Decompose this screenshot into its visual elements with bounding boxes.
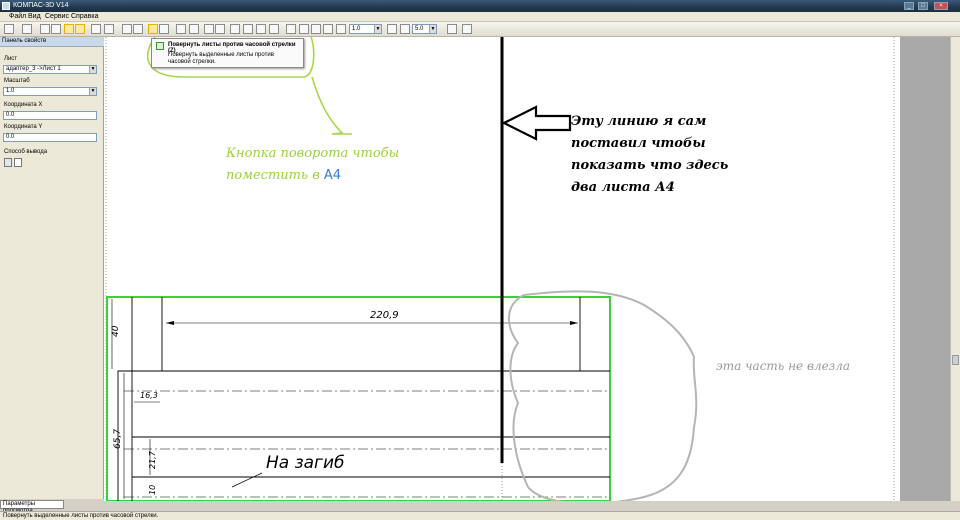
tile-icon[interactable]: [215, 24, 225, 34]
green-annotation-line-2: поместить в А4: [226, 165, 426, 187]
green-annotation-text: поместить в: [226, 168, 320, 183]
layout-icon[interactable]: [204, 24, 214, 34]
scale-select[interactable]: 1.0 ▼: [3, 87, 97, 96]
chevron-down-icon: ▼: [429, 25, 436, 33]
print-preview-icon[interactable]: [22, 24, 32, 34]
grid-icon[interactable]: [189, 24, 199, 34]
gray-annotation: эта часть не влезла: [716, 359, 851, 373]
arrange-icon[interactable]: [40, 24, 50, 34]
bend-leader: [231, 472, 263, 488]
select-sheet-icon[interactable]: [64, 24, 74, 34]
chevron-down-icon: ▼: [374, 25, 381, 33]
dim-text-top: 220,9: [370, 310, 399, 321]
sheet-value: адаптер_3 ->Лист 1: [6, 66, 61, 72]
x-field[interactable]: 0.0: [3, 111, 97, 120]
find-icon[interactable]: [122, 24, 132, 34]
tooltip: Повернуть листы против часовой стрелки (…: [151, 38, 304, 68]
dim-text-left-mid: 65,7: [113, 429, 123, 449]
chevron-down-icon: ▼: [89, 66, 96, 73]
zoom-value: 1.0: [352, 26, 361, 32]
black-annotation-line-4: два листа А4: [571, 180, 675, 195]
scale-value: 1.0: [6, 88, 15, 94]
step-value: 5.0: [415, 26, 424, 32]
black-annotation-line-2: поставил чтобы: [571, 136, 706, 151]
zoom-scale-icon[interactable]: [336, 24, 346, 34]
pan-icon[interactable]: [387, 24, 397, 34]
black-annotation-line-1: Эту линию я сам: [571, 114, 707, 129]
scale-label: Масштаб: [4, 78, 30, 84]
window-title: КОМПАС-3D V14: [13, 2, 69, 9]
close-button[interactable]: ×: [934, 2, 948, 10]
output-label: Способ вывода: [4, 149, 48, 155]
zoom-in-icon[interactable]: [299, 24, 309, 34]
menu-bar: Файл Вид Сервис Справка: [0, 12, 960, 22]
dim-text-bottom: 10: [148, 485, 157, 495]
refresh-icon[interactable]: [133, 24, 143, 34]
status-bar: Повернуть выделенные листы против часово…: [0, 511, 960, 520]
user-arrow: [501, 105, 572, 141]
zoom-all-icon[interactable]: [323, 24, 333, 34]
x-value: 0.0: [6, 112, 15, 118]
green-annotation: Кнопка поворота чтобы поместить в А4: [226, 143, 426, 187]
menu-help[interactable]: Справка: [71, 13, 98, 20]
fit-icon[interactable]: [230, 24, 240, 34]
sheet-params-icon[interactable]: [176, 24, 186, 34]
y-label: Координата Y: [4, 124, 43, 130]
toolbar: 1.0 ▼ 5.0 ▼: [0, 22, 960, 37]
zoom-combo[interactable]: 1.0 ▼: [349, 24, 382, 34]
y-field[interactable]: 0.0: [3, 133, 97, 142]
align-icon[interactable]: [243, 24, 253, 34]
chevron-down-icon: ▼: [89, 88, 96, 95]
green-tail: [311, 76, 353, 135]
sheet-select[interactable]: адаптер_3 ->Лист 1 ▼: [3, 65, 97, 74]
dim-arrow-right: [570, 321, 578, 325]
drawing-svg: 220,9 40 16,3 65,7 21,7 10 На загиб: [105, 37, 895, 501]
stretch-icon[interactable]: [269, 24, 279, 34]
zoom-window-icon[interactable]: [286, 24, 296, 34]
move-sheet-icon[interactable]: [75, 24, 85, 34]
maximize-button[interactable]: □: [918, 2, 928, 10]
x-label: Координата X: [4, 102, 43, 108]
title-bar: КОМПАС-3D V14 _ □ ×: [0, 0, 960, 12]
scale-icon[interactable]: [256, 24, 266, 34]
tab-view-params[interactable]: Параметры просмотра: [0, 500, 64, 514]
sheet-label: Лист: [4, 56, 18, 62]
print-settings-icon[interactable]: [447, 24, 457, 34]
panel-title: Панель свойств: [0, 37, 104, 47]
scrollbar-thumb[interactable]: [952, 355, 959, 365]
vertical-scrollbar[interactable]: [950, 37, 960, 501]
sheet-border: [106, 296, 611, 501]
print-icon[interactable]: [4, 24, 14, 34]
rotate-ccw-icon: [156, 42, 164, 50]
bend-label: На загиб: [266, 453, 345, 473]
dim-arrow-left: [166, 321, 174, 325]
zoom-out-icon[interactable]: [311, 24, 321, 34]
a4-label: А4: [323, 168, 342, 183]
green-annotation-line-1: Кнопка поворота чтобы: [226, 146, 400, 161]
app-icon: [2, 2, 10, 10]
dim-text-small: 16,3: [140, 391, 158, 400]
filter-icon[interactable]: [51, 24, 61, 34]
tooltip-description: Повернуть выделенные листы против часово…: [168, 52, 274, 65]
black-annotation-line-3: показать что здесь: [571, 158, 729, 173]
copy-icon[interactable]: [91, 24, 101, 34]
y-value: 0.0: [6, 134, 15, 140]
dim-text-mid2: 21,7: [148, 450, 157, 469]
output-mode-1-button[interactable]: [4, 158, 12, 167]
rotate-cw-icon[interactable]: [159, 24, 169, 34]
menu-service[interactable]: Сервис: [45, 13, 69, 20]
rotate-ccw-icon[interactable]: [148, 24, 158, 34]
menu-file[interactable]: Файл: [9, 13, 26, 20]
properties-panel: Панель свойств Лист адаптер_3 ->Лист 1 ▼…: [0, 37, 104, 499]
step-combo[interactable]: 5.0 ▼: [412, 24, 437, 34]
minimize-button[interactable]: _: [904, 2, 914, 10]
step-icon[interactable]: [400, 24, 410, 34]
black-annotation: Эту линию я сам поставил чтобы показать …: [571, 111, 771, 199]
paste-icon[interactable]: [104, 24, 114, 34]
drawing-canvas[interactable]: 220,9 40 16,3 65,7 21,7 10 На загиб: [104, 37, 950, 501]
dim-text-left-top: 40: [111, 325, 121, 337]
menu-view[interactable]: Вид: [28, 13, 41, 20]
help-pointer-icon[interactable]: [462, 24, 472, 34]
output-mode-2-button[interactable]: [14, 158, 22, 167]
